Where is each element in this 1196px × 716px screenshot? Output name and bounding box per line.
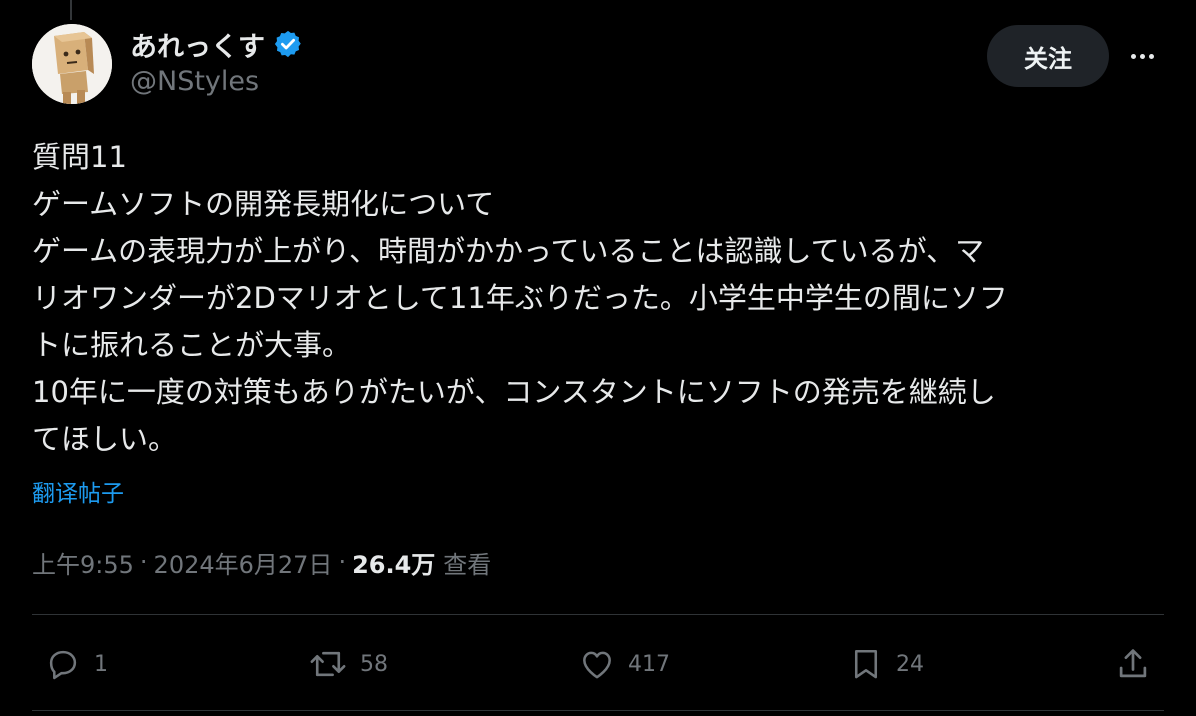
tweet-line: リオワンダーが2Dマリオとして11年ぶりだった。小学生中学生の間にソフ — [32, 281, 1008, 315]
bookmark-count: 24 — [896, 651, 924, 677]
author-handle[interactable]: @NStyles — [130, 66, 259, 97]
bookmark-icon — [848, 645, 884, 683]
tweet-line: ゲームの表現力が上がり、時間がかかっていることは認識しているが、マ — [32, 234, 985, 268]
follow-button[interactable]: 关注 — [987, 25, 1109, 87]
share-icon — [1114, 645, 1152, 683]
tweet-meta: 上午9:55 · 2024年6月27日 · 26.4万 查看 — [32, 544, 491, 580]
more-options-icon[interactable] — [1122, 40, 1162, 72]
reply-count: 1 — [94, 651, 108, 677]
repost-count: 58 — [360, 651, 388, 677]
divider — [32, 710, 1164, 711]
share-button[interactable] — [1114, 640, 1152, 688]
author-display-name[interactable]: あれっくす — [130, 25, 265, 64]
heart-icon — [578, 645, 616, 683]
like-button[interactable]: 417 — [578, 640, 670, 688]
tweet-date[interactable]: 2024年6月27日 — [154, 545, 333, 580]
tweet-line: 10年に一度の対策もありがたいが、コンスタントにソフトの発売を継続し — [32, 375, 996, 409]
tweet-time[interactable]: 上午9:55 — [32, 545, 134, 580]
reply-icon — [44, 645, 82, 683]
thread-line — [70, 0, 72, 20]
tweet-line: 質問11 — [32, 140, 127, 174]
like-count: 417 — [628, 651, 670, 677]
tweet-line: ゲームソフトの開発長期化について — [32, 187, 495, 221]
views-count[interactable]: 26.4万 — [352, 545, 435, 580]
tweet-line: トに振れることが大事。 — [32, 328, 352, 362]
avatar[interactable] — [32, 24, 112, 104]
action-bar: 1 58 417 24 — [0, 640, 1196, 688]
tweet-text: 質問11 ゲームソフトの開発長期化について ゲームの表現力が上がり、時間がかかっ… — [32, 134, 1172, 463]
views-label: 查看 — [443, 550, 492, 579]
meta-separator: · — [338, 548, 347, 576]
verified-badge-icon — [273, 29, 303, 59]
repost-icon — [308, 645, 348, 683]
divider — [32, 614, 1164, 615]
tweet-line: てほしい。 — [32, 422, 178, 456]
bookmark-button[interactable]: 24 — [848, 640, 924, 688]
repost-button[interactable]: 58 — [308, 640, 388, 688]
reply-button[interactable]: 1 — [44, 640, 108, 688]
avatar-image — [32, 24, 112, 104]
author-name-row[interactable]: あれっくす — [130, 25, 303, 64]
meta-separator: · — [139, 548, 148, 576]
translate-post-link[interactable]: 翻译帖子 — [32, 474, 124, 508]
